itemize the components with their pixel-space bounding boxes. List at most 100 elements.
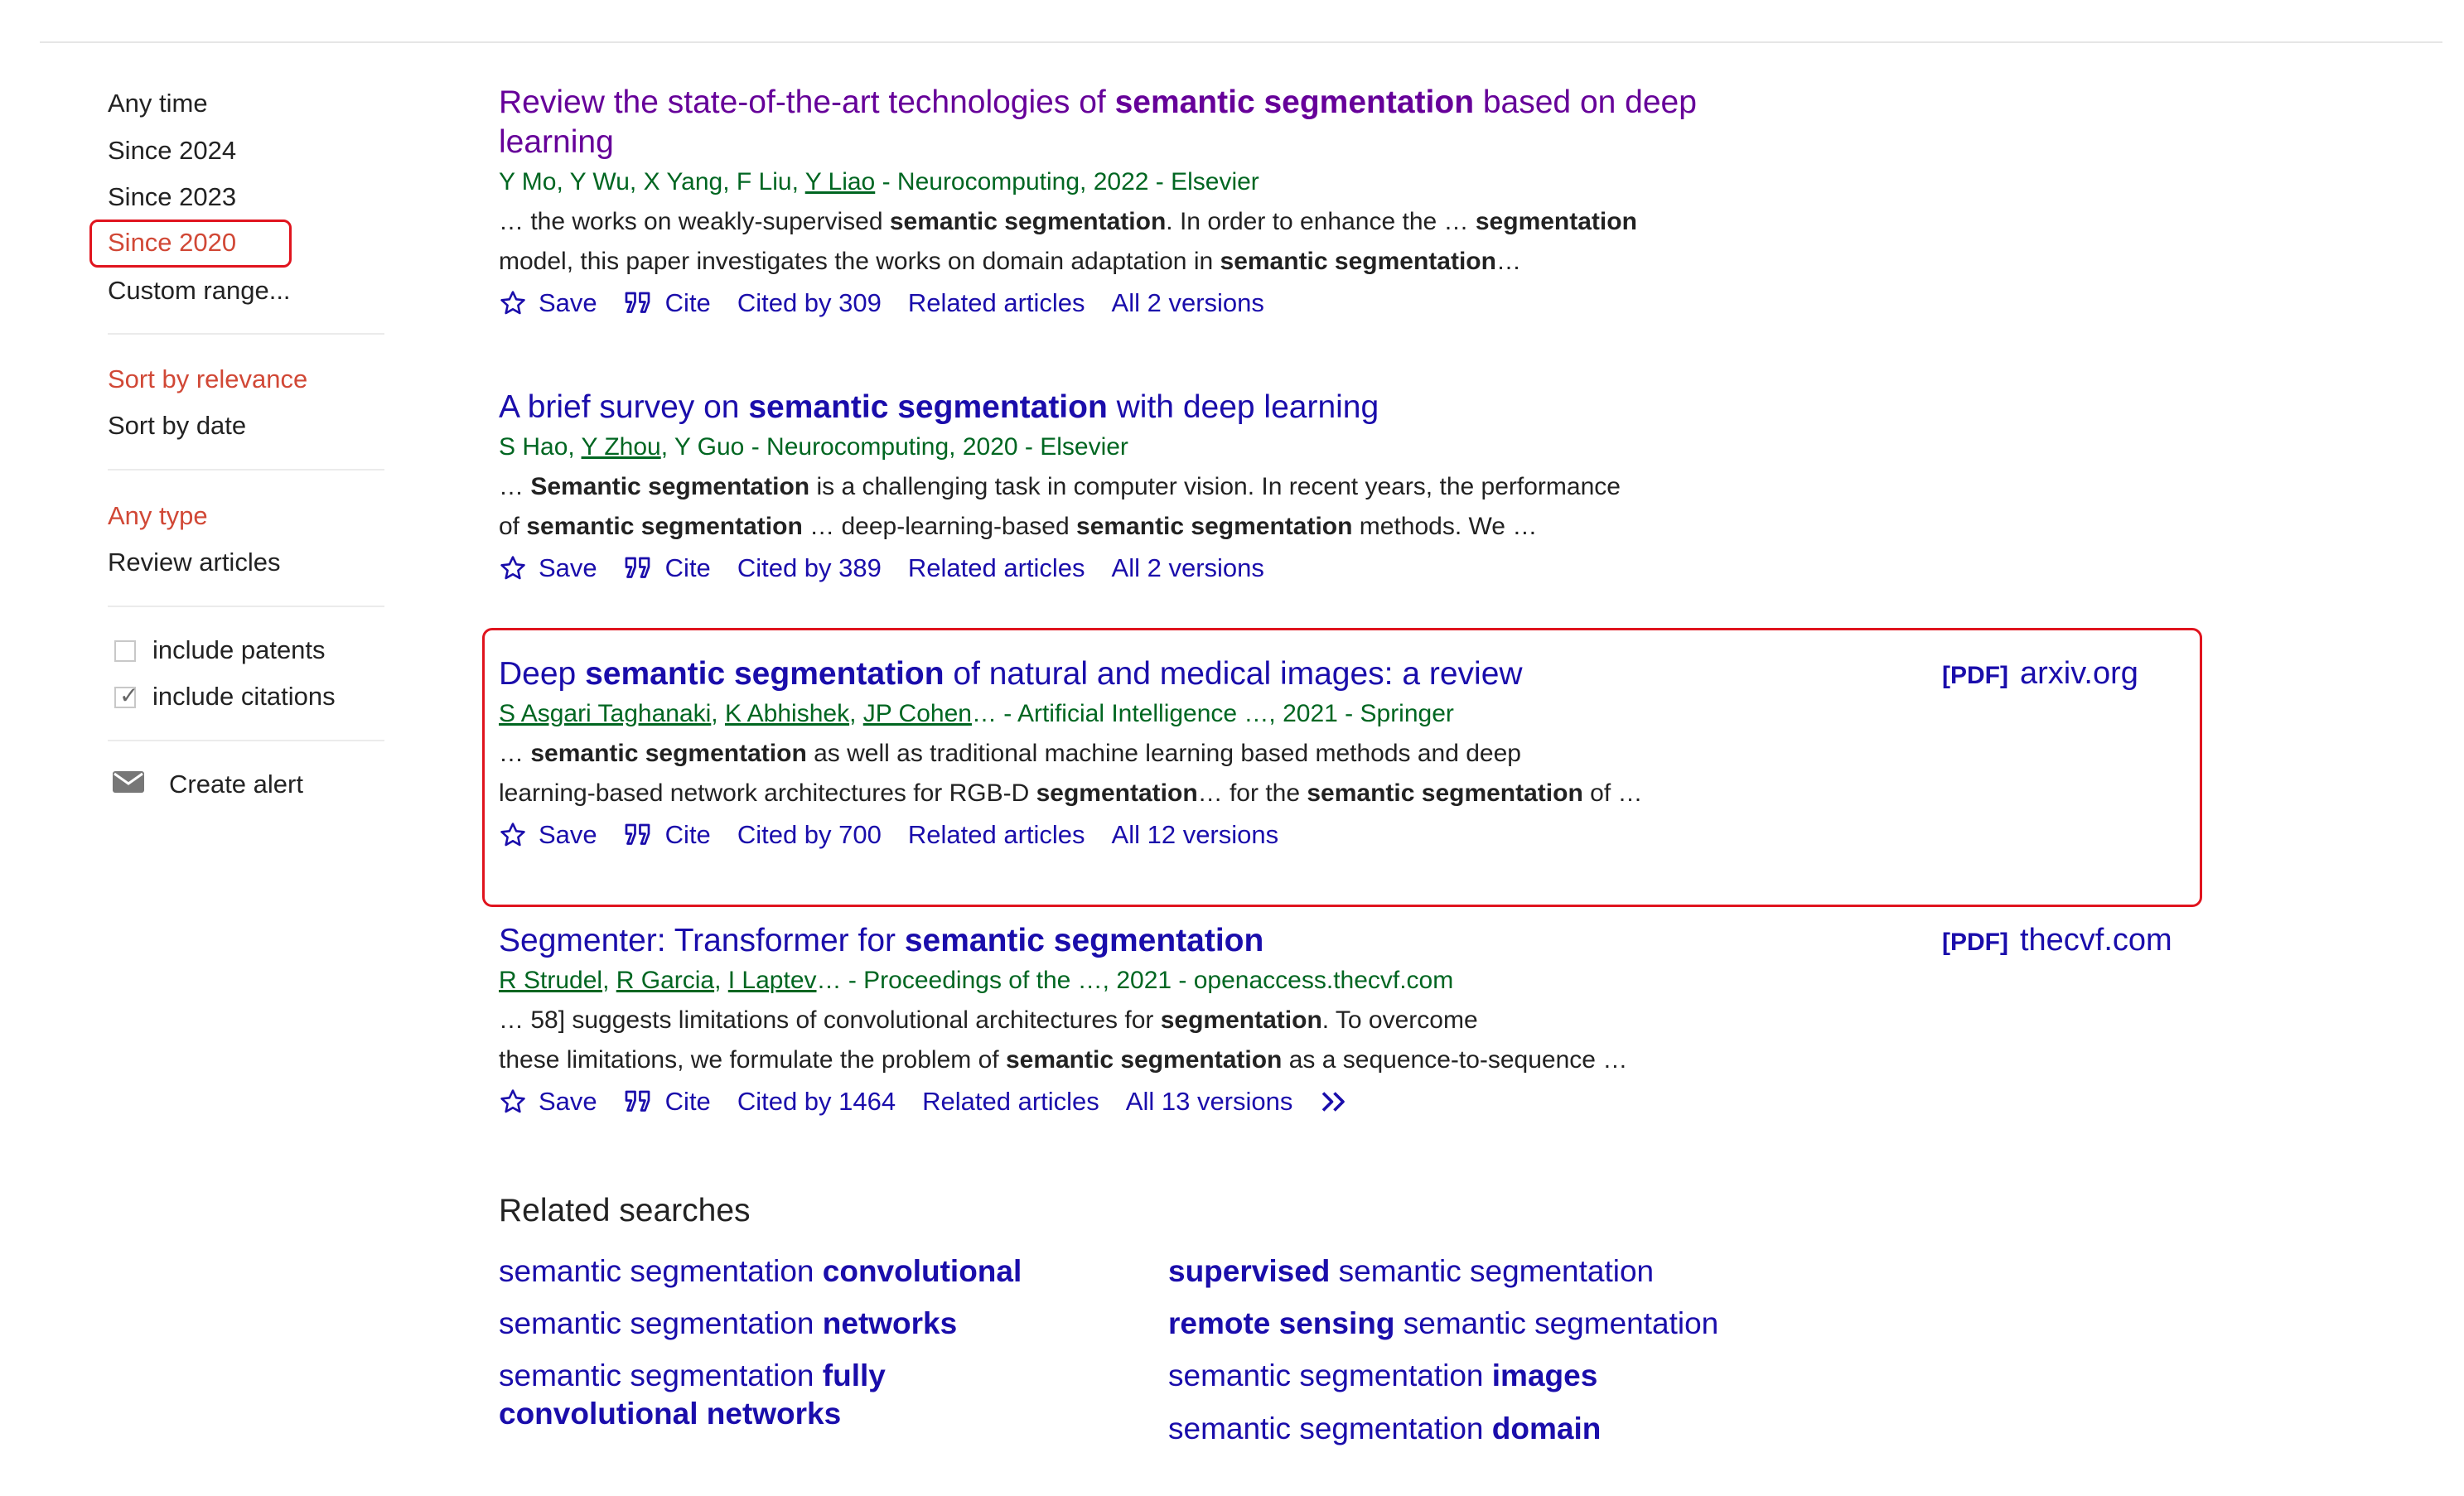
related-search-link[interactable]: remote sensing semantic segmentation	[1168, 1305, 1748, 1343]
author-link[interactable]: Y Liao	[805, 168, 876, 195]
cited-by-link[interactable]: Cited by 1464	[737, 1085, 896, 1118]
star-icon	[500, 823, 525, 847]
related-search-link[interactable]: semantic segmentation convolutional	[499, 1252, 1079, 1291]
snippet-text: … 58] suggests limitations of convolutio…	[499, 1006, 1161, 1034]
author-link[interactable]: R Garcia	[616, 967, 714, 994]
snippet-text: semantic segmentation	[1220, 248, 1496, 275]
related-articles-link[interactable]: Related articles	[908, 287, 1085, 320]
cited-by-link[interactable]: Cited by 700	[737, 818, 882, 852]
related-articles-link[interactable]: Related articles	[908, 552, 1085, 585]
author-name: F Liu	[736, 168, 792, 195]
author-link[interactable]: I Laptev	[728, 967, 817, 994]
snippet-text: … deep-learning-based	[802, 513, 1077, 540]
author-link[interactable]: Y Zhou	[582, 433, 661, 461]
envelope-icon[interactable]	[113, 771, 144, 793]
more-actions-button[interactable]	[1319, 1089, 1364, 1114]
all-versions-link[interactable]: All 12 versions	[1112, 818, 1279, 852]
cite-button[interactable]: Cite	[624, 818, 711, 852]
result-actions: Save Cite Cited by 309 Related articles All …	[499, 287, 1824, 320]
filter-since-2023[interactable]: Since 2023	[108, 181, 236, 214]
related-search-link[interactable]: semantic segmentation networks	[499, 1305, 1079, 1343]
snippet-line: learning-based network architectures for…	[499, 774, 1824, 813]
checkmark-icon: ✓	[119, 683, 139, 708]
filter-any-time[interactable]: Any time	[108, 87, 208, 120]
sort-by-relevance[interactable]: Sort by relevance	[108, 363, 307, 396]
save-button[interactable]: Save	[499, 287, 597, 320]
publication-source: - Neurocomputing, 2020 - Elsevier	[744, 433, 1128, 461]
include-patents-checkbox[interactable]	[114, 640, 136, 662]
cite-button[interactable]: Cite	[624, 552, 711, 585]
snippet-text: segmentation	[1160, 1006, 1322, 1034]
title-text: semantic segmentation	[585, 656, 945, 692]
result-authors: Y Mo, Y Wu, X Yang, F Liu, Y Liao - Neur…	[499, 166, 1824, 199]
related-search-text: supervised	[1168, 1254, 1331, 1288]
snippet-text: … the works on weakly-supervised	[499, 208, 890, 235]
snippet-line: these limitations, we formulate the prob…	[499, 1040, 1824, 1080]
type-any[interactable]: Any type	[108, 499, 208, 533]
all-versions-link[interactable]: All 2 versions	[1112, 552, 1264, 585]
all-versions-link[interactable]: All 2 versions	[1112, 287, 1264, 320]
save-button[interactable]: Save	[499, 818, 597, 852]
snippet-text: . To overcome	[1321, 1006, 1478, 1034]
snippet-text: semantic segmentation	[1307, 779, 1583, 807]
title-text: with deep learning	[1107, 389, 1379, 425]
author-link[interactable]: S Asgari Taghanaki	[499, 700, 711, 727]
snippet-text: semantic segmentation	[1076, 513, 1353, 540]
type-review-articles[interactable]: Review articles	[108, 546, 280, 579]
snippet-text: segmentation	[1036, 779, 1198, 807]
cite-button[interactable]: Cite	[624, 1085, 711, 1118]
author-link[interactable]: JP Cohen	[863, 700, 972, 727]
save-label: Save	[539, 820, 597, 849]
save-label: Save	[539, 553, 597, 582]
include-citations-checkbox[interactable]: ✓	[114, 683, 138, 708]
snippet-text: …	[499, 740, 531, 767]
related-articles-link[interactable]: Related articles	[922, 1085, 1099, 1118]
double-chevron-right-icon	[1322, 1092, 1346, 1112]
sort-by-date[interactable]: Sort by date	[108, 409, 246, 442]
related-search-text: semantic segmentation	[499, 1358, 823, 1392]
related-search-link[interactable]: semantic segmentation images	[1168, 1357, 1748, 1395]
cite-button[interactable]: Cite	[624, 287, 711, 320]
top-divider	[40, 41, 2442, 43]
result-title-link[interactable]: Deep semantic segmentation of natural an…	[499, 654, 1824, 694]
publication-source: - Neurocomputing, 2022 - Elsevier	[875, 168, 1259, 195]
all-versions-link[interactable]: All 13 versions	[1126, 1085, 1293, 1118]
related-search-link[interactable]: semantic segmentation fully convolutiona…	[499, 1357, 963, 1433]
title-text: A brief survey on	[499, 389, 749, 425]
result-title-link[interactable]: A brief survey on semantic segmentation …	[499, 388, 1824, 427]
pdf-link[interactable]: [PDF] thecvf.com	[1942, 923, 2172, 958]
pdf-tag: [PDF]	[1942, 662, 2008, 689]
create-alert-link[interactable]: Create alert	[169, 768, 303, 801]
save-button[interactable]: Save	[499, 1085, 597, 1118]
related-search-text: semantic segmentation	[1330, 1254, 1655, 1288]
related-search-text: semantic segmentation	[1168, 1358, 1492, 1392]
result-snippet: … Semantic segmentation is a challenging…	[499, 467, 1824, 547]
related-search-link[interactable]: semantic segmentation domain	[1168, 1410, 1748, 1448]
related-search-link[interactable]: supervised semantic segmentation	[1168, 1252, 1748, 1291]
related-articles-link[interactable]: Related articles	[908, 818, 1085, 852]
include-citations-label[interactable]: include citations	[152, 680, 336, 713]
filter-custom-range[interactable]: Custom range...	[108, 274, 291, 307]
result-title-link[interactable]: Segmenter: Transformer for semantic segm…	[499, 921, 1824, 961]
pdf-link[interactable]: [PDF] arxiv.org	[1942, 656, 2138, 692]
search-result: A brief survey on semantic segmentation …	[499, 388, 1824, 585]
author-link[interactable]: K Abhishek	[725, 700, 849, 727]
snippet-text: semantic segmentation	[526, 513, 803, 540]
related-search-text: semantic segmentation	[499, 1254, 823, 1288]
save-button[interactable]: Save	[499, 552, 597, 585]
title-text: semantic segmentation	[904, 923, 1264, 958]
filter-since-2024[interactable]: Since 2024	[108, 134, 236, 167]
save-label: Save	[539, 288, 597, 317]
related-search-text: remote sensing	[1168, 1306, 1395, 1340]
result-title-link[interactable]: Review the state-of-the-art technologies…	[499, 83, 1758, 162]
author-link[interactable]: R Strudel	[499, 967, 602, 994]
cited-by-link[interactable]: Cited by 309	[737, 287, 882, 320]
cited-by-link[interactable]: Cited by 389	[737, 552, 882, 585]
snippet-text: . In order to enhance the …	[1166, 208, 1476, 235]
include-patents-label[interactable]: include patents	[152, 634, 326, 667]
snippet-text: … for the	[1197, 779, 1307, 807]
since-2020-highlight	[89, 220, 292, 268]
quote-icon	[625, 292, 650, 313]
snippet-text: as a sequence-to-sequence …	[1282, 1046, 1628, 1074]
author-name: ,	[629, 168, 644, 195]
